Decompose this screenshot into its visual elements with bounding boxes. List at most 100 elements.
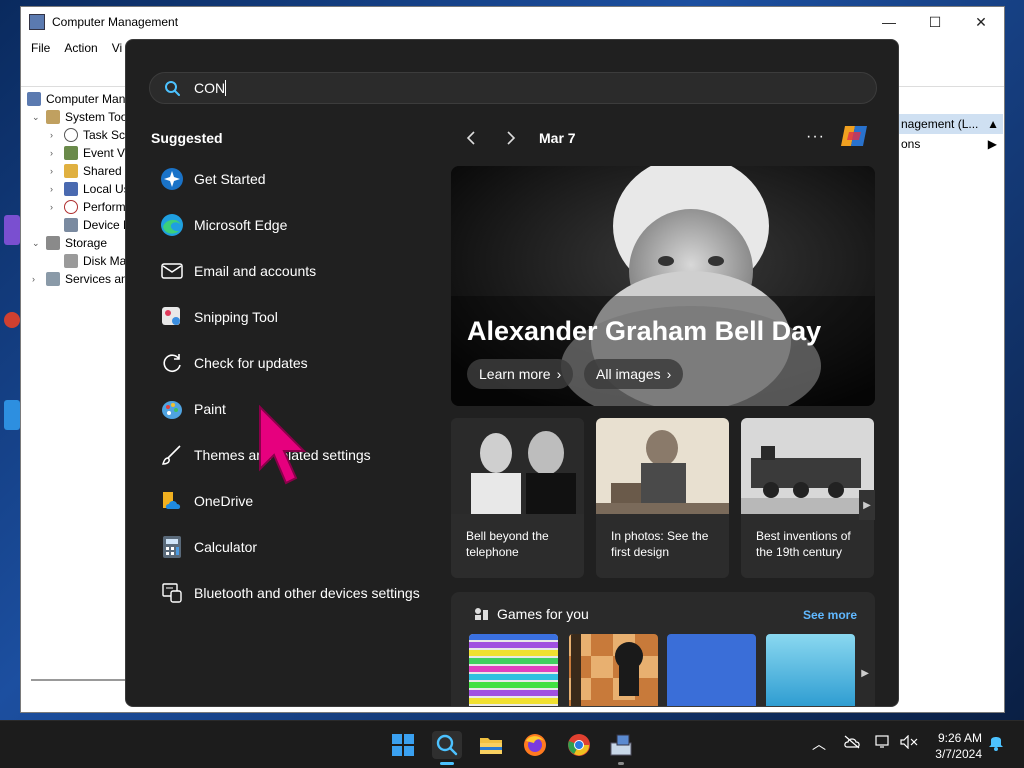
tree-item[interactable]: › Shared Folders bbox=[24, 162, 134, 180]
news-card[interactable]: In photos: See the first design bbox=[596, 418, 729, 578]
suggestion-email-accounts[interactable]: Email and accounts bbox=[150, 248, 450, 294]
card-image bbox=[451, 418, 584, 514]
game-tile[interactable] bbox=[569, 634, 658, 706]
chevron-right-icon[interactable]: ▶ bbox=[861, 668, 869, 679]
search-input[interactable]: CON bbox=[194, 80, 225, 96]
onedrive-icon bbox=[160, 489, 184, 513]
news-card[interactable]: Best inventions of the 19th century bbox=[741, 418, 874, 578]
desktop-app-icon[interactable] bbox=[4, 215, 20, 245]
tree-item[interactable]: › Task Scheduler bbox=[24, 126, 134, 144]
window-titlebar[interactable]: Computer Management bbox=[21, 7, 1004, 37]
actions-item[interactable]: ons ▶ bbox=[899, 134, 1003, 154]
chevron-right-icon: ▶ bbox=[987, 137, 997, 151]
menu-file[interactable]: File bbox=[31, 41, 50, 55]
close-button[interactable]: ✕ bbox=[958, 7, 1004, 37]
chevron-right-icon[interactable]: › bbox=[50, 184, 60, 194]
desktop-app-icon[interactable] bbox=[4, 400, 20, 430]
taskbar: ︿ 9:26 AM 3/7/2024 bbox=[0, 720, 1024, 768]
chevron-right-icon[interactable]: › bbox=[50, 202, 60, 212]
chevron-right-icon[interactable]: › bbox=[50, 148, 60, 158]
minimize-button[interactable]: — bbox=[866, 7, 912, 37]
search-flyout: CON Suggested Get Started Microsoft Edge… bbox=[125, 39, 899, 707]
chrome-button[interactable] bbox=[565, 731, 593, 759]
desktop-app-icon[interactable] bbox=[4, 312, 20, 328]
computer-management-taskbar-button[interactable] bbox=[608, 731, 636, 759]
chevron-down-icon[interactable]: ⌄ bbox=[32, 112, 42, 123]
brush-icon bbox=[160, 443, 184, 467]
file-explorer-button[interactable] bbox=[477, 731, 505, 759]
cloud-offline-icon[interactable] bbox=[843, 735, 861, 752]
game-tile[interactable] bbox=[469, 634, 558, 706]
menu-action[interactable]: Action bbox=[64, 41, 97, 55]
windows-logo-icon bbox=[392, 734, 414, 756]
storage-icon bbox=[46, 236, 60, 250]
card-image bbox=[741, 418, 874, 514]
all-images-button[interactable]: All images › bbox=[584, 359, 684, 389]
game-tile[interactable] bbox=[766, 634, 855, 706]
chevron-right-icon: › bbox=[666, 366, 672, 382]
search-box[interactable]: CON bbox=[149, 72, 877, 104]
tree-item[interactable]: › Services and bbox=[24, 270, 134, 288]
tree-item[interactable]: ⌄ System Tools bbox=[24, 108, 134, 126]
tree-item[interactable]: Disk Management bbox=[24, 252, 134, 270]
learn-more-button[interactable]: Learn more › bbox=[467, 359, 574, 389]
chevron-right-icon[interactable]: ▶ bbox=[859, 490, 875, 520]
start-button[interactable] bbox=[389, 731, 417, 759]
actions-header[interactable]: nagement (L... ▲ bbox=[899, 114, 1003, 134]
window-title: Computer Management bbox=[52, 15, 179, 29]
maximize-button[interactable]: ☐ bbox=[912, 7, 958, 37]
see-more-link[interactable]: See more bbox=[803, 608, 857, 622]
device-manager-icon bbox=[64, 218, 78, 232]
notification-bell-icon[interactable] bbox=[988, 733, 1004, 754]
refresh-icon bbox=[160, 351, 184, 375]
game-tile[interactable] bbox=[667, 634, 756, 706]
suggestion-get-started[interactable]: Get Started bbox=[150, 156, 450, 202]
chevron-down-icon[interactable]: ⌄ bbox=[32, 238, 42, 249]
suggestion-check-updates[interactable]: Check for updates bbox=[150, 340, 450, 386]
suggestion-label: Microsoft Edge bbox=[194, 217, 288, 233]
games-section: Games for you See more ▶ bbox=[451, 592, 875, 706]
suggestion-microsoft-edge[interactable]: Microsoft Edge bbox=[150, 202, 450, 248]
tree-item[interactable]: Device Manager bbox=[24, 216, 134, 234]
search-taskbar-button[interactable] bbox=[432, 731, 462, 759]
tree-item[interactable]: ⌄ Storage bbox=[24, 234, 134, 252]
copilot-icon[interactable] bbox=[839, 122, 871, 150]
show-hidden-icons-chevron-up-icon[interactable]: ︿ bbox=[812, 734, 826, 754]
suggestion-calculator[interactable]: Calculator bbox=[150, 524, 450, 570]
tree-item[interactable]: › Local Users bbox=[24, 180, 134, 198]
firefox-button[interactable] bbox=[521, 731, 549, 759]
games-title: Games for you bbox=[497, 606, 589, 622]
search-icon bbox=[436, 734, 458, 756]
tree-item[interactable]: Computer Manag bbox=[24, 90, 134, 108]
horizontal-scrollbar[interactable] bbox=[31, 679, 126, 681]
active-indicator bbox=[440, 762, 454, 765]
network-icon[interactable] bbox=[875, 735, 893, 752]
date-label: Mar 7 bbox=[539, 130, 576, 146]
chevron-right-icon[interactable]: › bbox=[50, 166, 60, 176]
more-options-button[interactable]: ··· bbox=[806, 128, 825, 146]
tree-item[interactable]: › Performance bbox=[24, 198, 134, 216]
chevron-right-icon: › bbox=[556, 366, 562, 382]
card-title: In photos: See the first design bbox=[611, 529, 709, 559]
card-title: Best inventions of the 19th century bbox=[756, 529, 851, 559]
search-icon bbox=[165, 81, 180, 96]
all-images-label: All images bbox=[596, 366, 661, 382]
clock[interactable]: 9:26 AM 3/7/2024 bbox=[928, 730, 982, 762]
collapse-up-icon[interactable]: ▲ bbox=[987, 117, 999, 131]
clock-icon bbox=[64, 128, 78, 142]
hero-title: Alexander Graham Bell Day bbox=[467, 316, 822, 346]
chevron-right-icon[interactable]: › bbox=[32, 274, 42, 284]
next-arrow-icon[interactable] bbox=[499, 126, 523, 150]
chevron-right-icon[interactable]: › bbox=[50, 130, 60, 140]
suggestion-snipping-tool[interactable]: Snipping Tool bbox=[150, 294, 450, 340]
tree-item-label: System Tools bbox=[65, 110, 134, 124]
menu-view[interactable]: Vi bbox=[112, 41, 122, 55]
tree-item[interactable]: › Event Viewer bbox=[24, 144, 134, 162]
computer-icon bbox=[27, 92, 41, 106]
volume-muted-icon[interactable] bbox=[900, 734, 918, 752]
suggestion-bluetooth-devices[interactable]: Bluetooth and other devices settings bbox=[150, 570, 450, 616]
news-card[interactable]: Bell beyond the telephone bbox=[451, 418, 584, 578]
running-indicator bbox=[618, 762, 624, 765]
previous-arrow-icon[interactable] bbox=[459, 126, 483, 150]
hero-card[interactable]: Alexander Graham Bell Day Learn more › A… bbox=[451, 166, 875, 406]
